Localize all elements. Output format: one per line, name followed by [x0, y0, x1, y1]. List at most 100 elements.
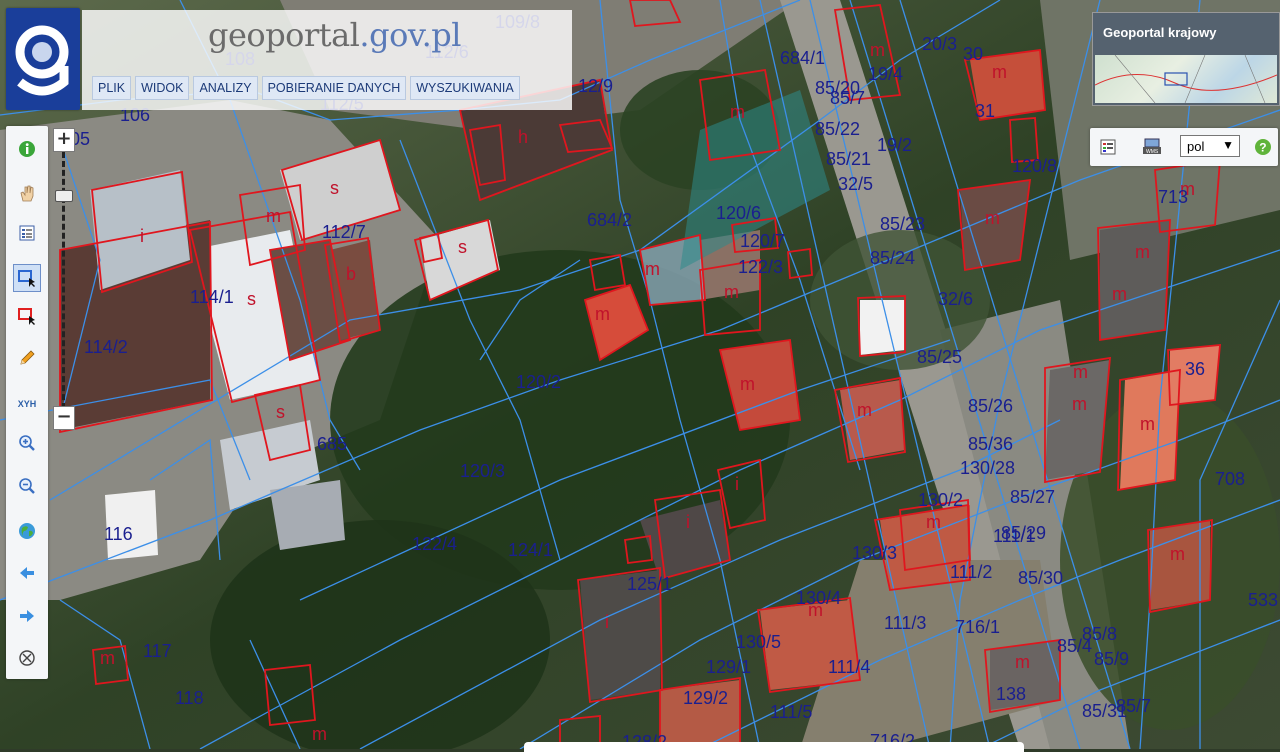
brand-domain: .gov.pl [359, 16, 461, 54]
building-letter: s [247, 289, 256, 309]
building-letter: s [330, 178, 339, 198]
parcel-label: 31 [975, 101, 995, 121]
menu-pobieranie-danych[interactable]: POBIERANIE DANYCH [261, 76, 407, 100]
forward-arrow-icon[interactable] [17, 606, 37, 626]
pan-hand-icon[interactable] [17, 183, 37, 203]
zoom-in-icon[interactable] [17, 433, 37, 453]
parcel-label: 111/3 [884, 613, 926, 633]
svg-text:WMS: WMS [1146, 149, 1159, 155]
building-letter: m [312, 724, 327, 744]
brand-portal: portal [265, 16, 360, 54]
language-value: pol [1187, 138, 1205, 154]
svg-text:?: ? [1259, 141, 1266, 155]
left-toolbar: XYH [6, 126, 48, 679]
xyh-icon[interactable]: XYH [17, 394, 37, 414]
language-select[interactable]: pol ▼ [1180, 135, 1240, 157]
building-letter: m [730, 102, 745, 122]
building-letter: m [985, 208, 1000, 228]
legend-list-icon[interactable] [1098, 137, 1118, 157]
pencil-icon[interactable] [17, 348, 37, 368]
building-letter: m [1112, 284, 1127, 304]
parcel-label: 85/7 [1116, 696, 1151, 716]
legend-icon[interactable] [17, 223, 37, 243]
parcel-label: 85/29 [1001, 523, 1046, 543]
building-letter: m [1170, 544, 1185, 564]
parcel-label: 120/7 [740, 231, 785, 251]
parcel-label: 685 [317, 434, 347, 454]
parcel-label: 111/4 [828, 657, 870, 677]
parcel-label: 116 [104, 524, 133, 544]
building-letter: m [100, 648, 115, 668]
g-logo-icon [15, 25, 69, 96]
header-brand-panel: geoportal.gov.pl PLIK WIDOK ANALIZY POBI… [82, 10, 572, 110]
building-letter: m [724, 282, 739, 302]
parcel-label: 85/9 [1094, 649, 1129, 669]
parcel-label: 122/4 [412, 534, 457, 554]
parcel-label: 85/24 [870, 248, 915, 268]
parcel-label: 111/2 [950, 562, 992, 582]
menu-widok[interactable]: WIDOK [135, 76, 190, 100]
building-letter: m [266, 206, 281, 226]
select-red-icon[interactable] [17, 306, 37, 326]
brand-title: geoportal.gov.pl [208, 16, 461, 54]
parcel-label: 130/5 [736, 632, 781, 652]
zoom-minus-button[interactable]: − [53, 406, 75, 430]
parcel-label: 85/26 [968, 396, 1013, 416]
parcel-label: 129/2 [683, 688, 728, 708]
building-letter: i [605, 612, 609, 632]
parcel-label: 85/22 [815, 119, 860, 139]
overview-map-panel[interactable]: Geoportal krajowy [1092, 12, 1280, 106]
zoom-slider[interactable]: + − [52, 126, 76, 436]
bottom-panel-tab[interactable] [524, 742, 1024, 752]
parcel-label: 120/6 [716, 203, 761, 223]
building-letter: m [870, 40, 885, 60]
parcel-label: 36 [1185, 359, 1205, 379]
parcel-label: 114/2 [84, 337, 128, 357]
building-letter: m [1140, 414, 1155, 434]
building-letter: m [926, 512, 941, 532]
building-letter: i [735, 474, 739, 494]
help-icon[interactable]: ? [1253, 137, 1273, 157]
parcel-label: 716/1 [955, 617, 1000, 637]
building-letter: m [595, 304, 610, 324]
parcel-label: 120/3 [460, 461, 505, 481]
parcel-label: 125/1 [627, 574, 672, 594]
zoom-thumb[interactable] [55, 190, 73, 202]
zoom-plus-button[interactable]: + [53, 128, 75, 152]
parcel-label: 713 [1158, 187, 1188, 207]
building-letter: i [140, 226, 144, 246]
parcel-label: 85/21 [826, 149, 871, 169]
parcel-label: 19/4 [868, 64, 903, 84]
parcel-label: 30 [963, 44, 983, 64]
building-letter: b [346, 264, 356, 284]
chevron-down-icon: ▼ [1222, 138, 1234, 152]
menu-wyszukiwania[interactable]: WYSZUKIWANIA [410, 76, 520, 100]
parcel-label: 533 [1248, 590, 1278, 610]
select-box-icon[interactable] [13, 264, 41, 292]
parcel-label: 85/30 [1018, 568, 1063, 588]
wms-print-icon[interactable]: WMS [1142, 137, 1162, 157]
parcel-label: 118 [175, 688, 204, 708]
geoportal-logo[interactable] [6, 8, 80, 110]
parcel-label: 32/6 [938, 289, 973, 309]
menu-analizy[interactable]: ANALIZY [193, 76, 258, 100]
info-icon[interactable] [17, 139, 37, 159]
building-letter: m [740, 374, 755, 394]
parcel-label: 32/5 [838, 174, 873, 194]
building-letter: m [1015, 652, 1030, 672]
parcel-label: 130/28 [960, 458, 1015, 478]
parcel-label: 111/5 [770, 702, 812, 722]
parcel-label: 85/4 [1057, 636, 1092, 656]
globe-icon[interactable] [17, 521, 37, 541]
parcel-label: 684/1 [780, 48, 825, 68]
zoom-out-icon[interactable] [17, 476, 37, 496]
overview-minimap[interactable] [1094, 54, 1278, 104]
orthophoto-map[interactable]: h m s s b i s s m m m m m m m m m m m m … [0, 0, 1280, 749]
parcel-label: 117 [143, 641, 172, 661]
building-letter: m [1135, 242, 1150, 262]
parcel-label: 85/36 [968, 434, 1013, 454]
back-arrow-icon[interactable] [17, 563, 37, 583]
menu-plik[interactable]: PLIK [92, 76, 132, 100]
parcel-label: 124/1 [508, 540, 553, 560]
close-circle-icon[interactable] [17, 648, 37, 668]
